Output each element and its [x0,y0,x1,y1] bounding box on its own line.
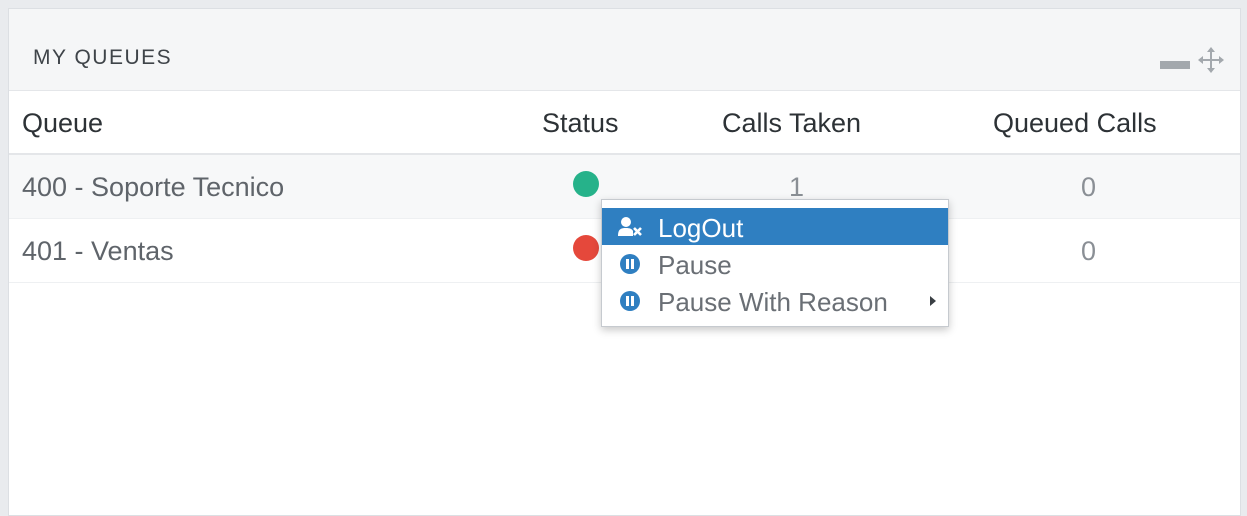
pause-circle-icon [620,291,640,311]
menu-item-pause[interactable]: Pause [602,245,948,282]
menu-item-label: Pause With Reason [658,287,888,317]
menu-item-label: LogOut [658,213,744,243]
column-header-status[interactable]: Status [542,108,619,139]
widget-controls [1160,47,1224,73]
queued-calls-value: 0 [1081,236,1097,266]
queued-calls-value: 0 [1081,172,1097,202]
status-context-menu: LogOut Pause Pause With Reason [601,199,949,327]
column-header-queue[interactable]: Queue [22,108,103,139]
move-icon[interactable] [1198,47,1224,73]
menu-item-pause-with-reason[interactable]: Pause With Reason [602,282,948,319]
status-indicator[interactable] [573,235,599,261]
submenu-arrow-icon [930,296,936,306]
column-header-queued-calls[interactable]: Queued Calls [993,108,1157,139]
widget-title: MY QUEUES [33,46,173,69]
queue-name: 401 - Ventas [22,236,174,266]
status-indicator[interactable] [573,171,599,197]
menu-item-label: Pause [658,250,732,280]
pause-circle-icon [620,254,640,274]
table-header: Queue Status Calls Taken Queued Calls [9,91,1240,155]
user-remove-icon [618,217,642,236]
widget-header: MY QUEUES [9,9,1240,91]
page: MY QUEUES Queue Status Calls Taken Queue… [0,0,1247,516]
menu-item-logout[interactable]: LogOut [602,208,948,245]
my-queues-widget: MY QUEUES Queue Status Calls Taken Queue… [8,8,1241,516]
minimize-icon[interactable] [1160,61,1190,69]
queue-name: 400 - Soporte Tecnico [22,172,285,202]
column-header-calls-taken[interactable]: Calls Taken [722,108,861,139]
